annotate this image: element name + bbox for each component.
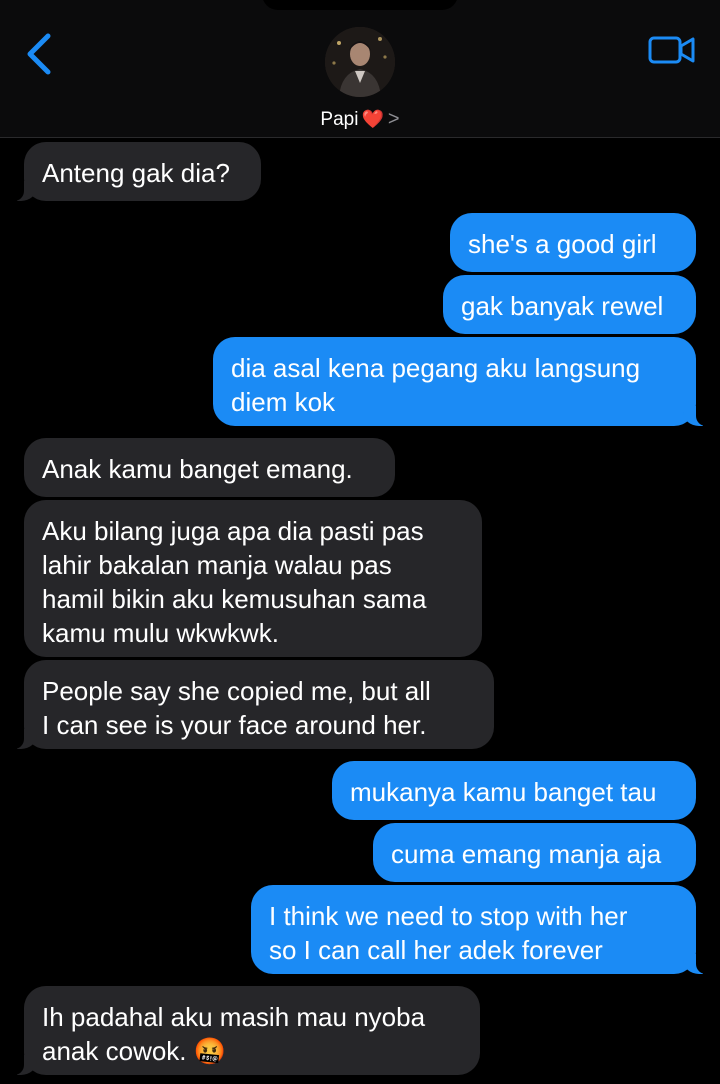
message-bubble-sent[interactable]: gak banyak rewel xyxy=(443,275,696,334)
message-text: diem kok xyxy=(231,387,336,417)
message-text: People say she copied me, but all xyxy=(42,676,431,706)
message-text: mukanya kamu banget tau xyxy=(350,777,657,807)
message-text: I think we need to stop with her xyxy=(269,901,628,931)
contact-avatar[interactable] xyxy=(325,27,395,97)
message-text: she's a good girl xyxy=(468,229,657,259)
heart-emoji: ❤️ xyxy=(361,109,384,129)
message-bubble-sent[interactable]: mukanya kamu banget tau xyxy=(332,761,696,820)
video-camera-icon xyxy=(648,36,695,64)
message-text: hamil bikin aku kemusuhan sama xyxy=(42,584,427,614)
message-text: so I can call her adek forever xyxy=(269,935,603,965)
message-bubble-received[interactable]: Anak kamu banget emang. xyxy=(24,438,395,497)
message-text: Ih padahal aku masih mau nyoba xyxy=(42,1002,426,1032)
back-button[interactable] xyxy=(22,32,58,76)
message-text: Aku bilang juga apa dia pasti pas xyxy=(42,516,424,546)
message-bubble-received[interactable]: Ih padahal aku masih mau nyoba anak cowo… xyxy=(12,986,480,1075)
message-bubble-received[interactable]: Anteng gak dia? xyxy=(12,142,261,201)
avatar-photo xyxy=(325,27,395,97)
message-bubble-sent[interactable]: she's a good girl xyxy=(450,213,696,272)
message-bubble-received[interactable]: Aku bilang juga apa dia pasti pas lahir … xyxy=(24,500,482,657)
chevron-right-icon: > xyxy=(387,108,400,130)
contact-name: Papi xyxy=(320,109,359,130)
video-call-button[interactable] xyxy=(648,34,696,66)
message-bubble-received[interactable]: People say she copied me, but all I can … xyxy=(12,660,494,749)
message-text: I can see is your face around her. xyxy=(42,710,427,740)
message-bubble-sent[interactable]: dia asal kena pegang aku langsung diem k… xyxy=(213,337,708,426)
contact-name-button[interactable]: Papi ❤️ > xyxy=(0,106,720,133)
message-text: kamu mulu wkwkwk. xyxy=(42,618,279,648)
message-text: anak cowok. xyxy=(42,1036,187,1066)
message-bubble-sent[interactable]: cuma emang manja aja xyxy=(373,823,696,882)
message-text: Anteng gak dia? xyxy=(42,158,230,188)
angry-face-emoji: 🤬 xyxy=(193,1036,227,1066)
device-notch xyxy=(262,0,458,10)
message-text: gak banyak rewel xyxy=(461,291,664,321)
message-text: cuma emang manja aja xyxy=(391,839,662,869)
conversation-header: Papi ❤️ > xyxy=(0,0,720,138)
message-text: Anak kamu banget emang. xyxy=(42,454,353,484)
message-bubble-sent[interactable]: I think we need to stop with her so I ca… xyxy=(251,885,708,974)
chevron-left-icon xyxy=(27,33,51,75)
message-text: lahir bakalan manja walau pas xyxy=(42,550,392,580)
message-text: dia asal kena pegang aku langsung xyxy=(231,353,641,383)
